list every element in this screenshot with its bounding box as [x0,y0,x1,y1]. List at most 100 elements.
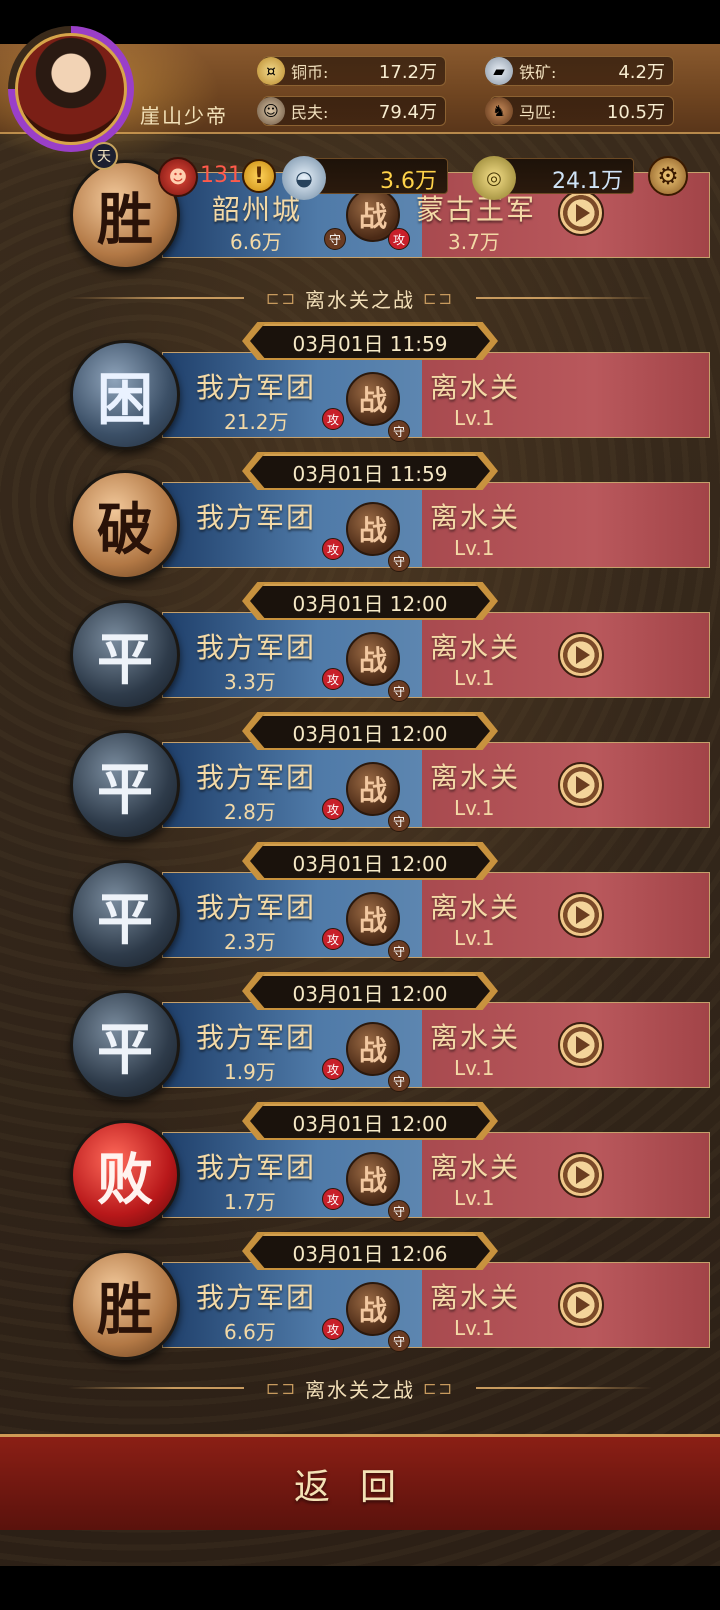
enemy-name: 离水关 [430,1021,521,1054]
currency-bar: ☻ 131 ! 3.6万 ◒ 24.1万 ◎ ⚙ [150,154,720,200]
peasant-label: 民夫: [291,103,329,122]
copper-coin-icon: ¤ [257,57,285,85]
battle-time: 03月01日 11:59 [250,324,490,358]
vs-emblem-icon: 战 [346,1022,400,1076]
peasant-value: 79.4万 [378,102,437,123]
enemy-level: Lv.1 [454,926,495,950]
copper-label: 铜币: [291,63,329,82]
defend-tag: 守 [388,1070,410,1092]
resource-peasant[interactable]: ☺ 民夫: 79.4万 [257,96,446,126]
vs-emblem-icon: 战 [346,762,400,816]
our-army-name: 我方军团 [196,631,317,664]
our-army-name: 我方军团 [196,371,317,404]
battle-card[interactable]: 03月01日 12:00 败 我方军团 1.7万 攻 战 守 离水关 Lv.1 [70,1102,710,1230]
vs-emblem-icon: 战 [346,372,400,426]
horse-icon: ♞ [485,97,513,125]
battle-time: 03月01日 11:59 [250,454,490,488]
iron-label: 铁矿: [519,63,557,82]
player-avatar[interactable] [15,33,127,145]
our-army-name: 我方军团 [196,1281,317,1314]
battle-card[interactable]: 03月01日 12:00 平 我方军团 2.3万 攻 战 守 离水关 Lv.1 [70,842,710,970]
right-count: 3.7万 [448,230,500,254]
our-army-count: 1.7万 [224,1190,276,1214]
our-army-name: 我方军团 [196,891,317,924]
divider-ornament-icon: ⊏⊐ [265,1378,297,1398]
enemy-name: 离水关 [430,631,521,664]
battle-card[interactable]: 03月01日 11:59 困 我方军团 21.2万 攻 战 守 离水关 Lv.1 [70,322,710,450]
our-army-count: 21.2万 [224,410,289,434]
divider-ornament-icon: ⊏⊐ [423,1378,455,1398]
play-replay-button[interactable] [558,892,604,938]
vs-emblem-icon: 战 [346,892,400,946]
iron-value: 4.2万 [618,62,665,83]
battle-card[interactable]: 03月01日 12:00 平 我方军团 2.8万 攻 战 守 离水关 Lv.1 [70,712,710,840]
player-avatar-ring[interactable] [8,26,134,152]
enemy-level: Lv.1 [454,1186,495,1210]
enemy-name: 离水关 [430,891,521,924]
resource-iron[interactable]: ▰ 铁矿: 4.2万 [485,56,674,86]
battle-result-emblem-icon: 平 [70,990,180,1100]
play-icon [576,776,590,794]
play-icon [576,1036,590,1054]
battle-time: 03月01日 12:00 [250,844,490,878]
battle-time: 03月01日 12:00 [250,584,490,618]
play-replay-button[interactable] [558,762,604,808]
our-army-name: 我方军团 [196,1151,317,1184]
divider-ornament-icon: ⊏⊐ [265,288,297,308]
enemy-level: Lv.1 [454,406,495,430]
our-army-count: 2.3万 [224,930,276,954]
our-army-name: 我方军团 [196,1021,317,1054]
section-divider-bottom: ⊏⊐ 离水关之战 ⊏⊐ [54,1372,666,1404]
resource-horse[interactable]: ♞ 马匹: 10.5万 [485,96,674,126]
enemy-level: Lv.1 [454,666,495,690]
defend-tag: 守 [388,940,410,962]
attack-tag: 攻 [388,228,410,250]
attack-tag: 攻 [322,1188,344,1210]
battle-card[interactable]: 03月01日 12:00 平 我方军团 3.3万 攻 战 守 离水关 Lv.1 [70,582,710,710]
our-army-count: 6.6万 [224,1320,276,1344]
play-replay-button[interactable] [558,1022,604,1068]
battle-time: 03月01日 12:06 [250,1234,490,1268]
play-replay-button[interactable] [558,1282,604,1328]
silver-value: 3.6万 [380,169,437,194]
battle-card[interactable]: 03月01日 12:06 胜 我方军团 6.6万 攻 战 守 离水关 Lv.1 [70,1232,710,1360]
play-replay-button[interactable] [558,1152,604,1198]
battle-result-emblem-icon: 平 [70,600,180,710]
enemy-name: 离水关 [430,371,521,404]
alert-icon[interactable]: ! [242,159,276,193]
battle-result-emblem-icon: 平 [70,730,180,840]
rank-devil-icon: ☻ [158,157,198,197]
attack-tag: 攻 [322,798,344,820]
battle-card[interactable]: 03月01日 12:00 平 我方军团 1.9万 攻 战 守 离水关 Lv.1 [70,972,710,1100]
our-army-name: 我方军团 [196,761,317,794]
silver-ingot-icon: ◒ [282,156,326,200]
resource-copper[interactable]: ¤ 铜币: 17.2万 [257,56,446,86]
our-army-name: 我方军团 [196,501,317,534]
play-icon [576,906,590,924]
attack-tag: 攻 [322,668,344,690]
battle-time: 03月01日 12:00 [250,1104,490,1138]
divider-title: 离水关之战 [305,1377,415,1402]
vs-emblem-icon: 战 [346,502,400,556]
settings-gear-icon[interactable]: ⚙ [648,156,688,196]
peasant-icon: ☺ [257,97,285,125]
our-army-count: 3.3万 [224,670,276,694]
play-replay-button[interactable] [558,632,604,678]
iron-ore-icon: ▰ [485,57,513,85]
copper-value: 17.2万 [378,62,437,83]
enemy-level: Lv.1 [454,536,495,560]
return-button[interactable]: 返回 [294,1458,426,1510]
avatar-tier-badge: 天 [90,142,118,170]
divider-title: 离水关之战 [305,287,415,312]
battle-result-emblem-icon: 平 [70,860,180,970]
defend-tag: 守 [388,1330,410,1352]
battle-result-emblem-icon: 破 [70,470,180,580]
enemy-level: Lv.1 [454,1056,495,1080]
attack-tag: 攻 [322,408,344,430]
defend-tag: 守 [388,420,410,442]
battle-card[interactable]: 03月01日 11:59 破 我方军团 攻 战 守 离水关 Lv.1 [70,452,710,580]
left-count: 6.6万 [230,230,282,254]
enemy-name: 离水关 [430,761,521,794]
defend-tag: 守 [388,1200,410,1222]
play-icon [576,1166,590,1184]
